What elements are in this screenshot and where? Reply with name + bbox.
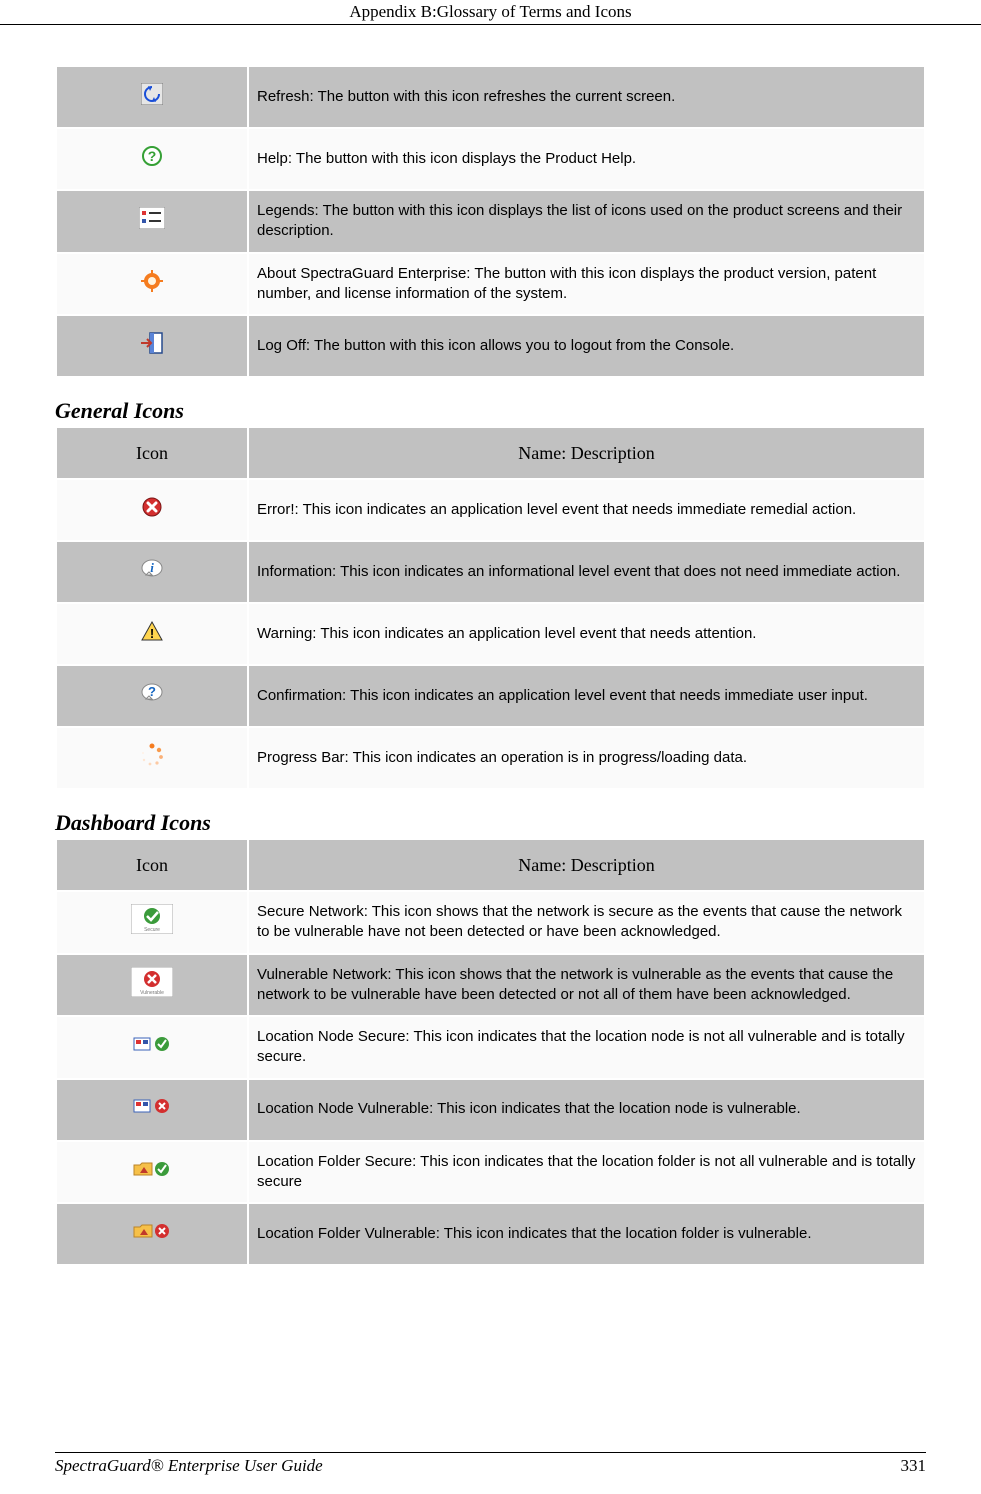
refresh-icon-cell [57,67,247,127]
about-desc: About SpectraGuard Enterprise: The butto… [249,254,924,315]
page-footer: SpectraGuard® Enterprise User Guide 331 [55,1452,926,1476]
warning-icon: ! [140,620,164,642]
warning-icon-cell: ! [57,604,247,664]
general-col-icon: Icon [57,428,247,478]
svg-text:?: ? [148,148,157,164]
location-node-secure-icon [132,1034,172,1054]
progress-icon-cell [57,728,247,788]
logoff-icon [139,331,165,355]
logoff-icon-cell [57,316,247,376]
general-icon-table: Icon Name: Description Error!: This icon… [55,426,926,790]
location-folder-secure-desc: Location Folder Secure: This icon indica… [249,1142,924,1203]
confirm-icon-cell: ? [57,666,247,726]
location-node-secure-icon-cell [57,1017,247,1078]
location-node-secure-desc: Location Node Secure: This icon indicate… [249,1017,924,1078]
help-icon-cell: ? [57,129,247,189]
vulnerable-network-desc: Vulnerable Network: This icon shows that… [249,955,924,1016]
refresh-desc: Refresh: The button with this icon refre… [249,67,924,127]
location-node-vulnerable-icon-cell [57,1080,247,1140]
info-icon: i [140,557,164,581]
vulnerable-network-icon: Vulnerable [131,967,173,997]
location-folder-vulnerable-icon [132,1221,172,1241]
location-node-vulnerable-desc: Location Node Vulnerable: This icon indi… [249,1080,924,1140]
general-col-desc: Name: Description [249,428,924,478]
svg-text:Vulnerable: Vulnerable [140,990,164,996]
svg-text:?: ? [148,684,156,699]
secure-network-icon: Secure [131,904,173,934]
legends-desc: Legends: The button with this icon displ… [249,191,924,252]
dashboard-col-icon: Icon [57,840,247,890]
secure-network-icon-cell: Secure [57,892,247,953]
svg-text:!: ! [150,626,154,641]
help-desc: Help: The button with this icon displays… [249,129,924,189]
confirm-icon: ? [140,681,164,705]
info-icon-cell: i [57,542,247,602]
page-number: 331 [901,1456,927,1476]
about-icon-cell [57,254,247,315]
help-icon: ? [141,145,163,167]
legends-icon-cell [57,191,247,252]
footer-title: SpectraGuard® Enterprise User Guide [55,1456,323,1476]
error-icon [141,496,163,518]
error-desc: Error!: This icon indicates an applicati… [249,480,924,540]
vulnerable-network-icon-cell: Vulnerable [57,955,247,1016]
svg-text:Secure: Secure [144,927,160,933]
about-icon [141,270,163,292]
error-icon-cell [57,480,247,540]
warning-desc: Warning: This icon indicates an applicat… [249,604,924,664]
location-folder-secure-icon-cell [57,1142,247,1203]
confirm-desc: Confirmation: This icon indicates an app… [249,666,924,726]
dashboard-col-desc: Name: Description [249,840,924,890]
logoff-desc: Log Off: The button with this icon allow… [249,316,924,376]
progress-desc: Progress Bar: This icon indicates an ope… [249,728,924,788]
location-folder-vulnerable-desc: Location Folder Vulnerable: This icon in… [249,1204,924,1264]
page-header: Appendix B:Glossary of Terms and Icons [0,0,981,25]
dashboard-icons-heading: Dashboard Icons [55,810,926,836]
refresh-icon [141,83,163,105]
general-icons-heading: General Icons [55,398,926,424]
info-desc: Information: This icon indicates an info… [249,542,924,602]
dashboard-icon-table: Icon Name: Description Secure Secure Net… [55,838,926,1266]
svg-text:i: i [150,560,154,575]
location-folder-vulnerable-icon-cell [57,1204,247,1264]
location-folder-secure-icon [132,1159,172,1179]
buttons-icon-table: Refresh: The button with this icon refre… [55,65,926,378]
secure-network-desc: Secure Network: This icon shows that the… [249,892,924,953]
location-node-vulnerable-icon [132,1096,172,1116]
progress-icon [139,742,165,768]
legends-icon [139,207,165,229]
